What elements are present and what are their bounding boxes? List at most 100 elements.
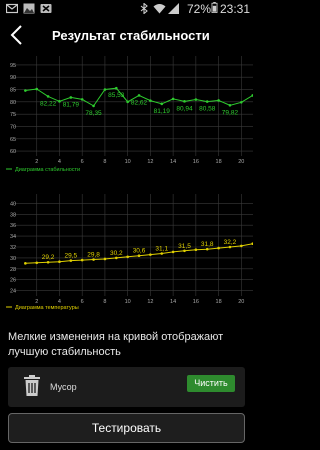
data-label: 82,62: [131, 99, 148, 106]
y-tick-label: 70: [10, 124, 16, 130]
data-point: [137, 94, 141, 97]
data-point: [80, 98, 84, 101]
chevron-left-icon[interactable]: [6, 23, 28, 47]
data-point: [194, 248, 198, 252]
data-label: 29,8: [87, 252, 100, 259]
mail-icon: [6, 3, 18, 14]
stability-note: Мелкие изменения на кривой отображают лу…: [8, 331, 224, 358]
data-point: [46, 260, 50, 264]
data-point: [92, 104, 95, 108]
y-tick-label: 40: [10, 201, 16, 207]
data-label: 81,19: [154, 108, 171, 115]
trash-label: Мусор: [50, 382, 77, 392]
x-tick-label: 16: [193, 159, 199, 165]
data-label: 31,1: [155, 246, 168, 253]
x-tick-label: 2: [35, 159, 38, 165]
x-tick-label: 8: [103, 159, 106, 165]
y-tick-label: 26: [10, 278, 16, 284]
data-label: 78,35: [85, 110, 102, 117]
data-label: 85,53: [108, 92, 125, 99]
data-point: [171, 97, 175, 101]
data-point: [35, 261, 39, 265]
data-label: 81,79: [63, 101, 80, 108]
page-title: Результат стабильности: [52, 28, 210, 43]
status-bar: 72% 23:31: [0, 0, 253, 18]
data-point: [24, 89, 27, 92]
data-point: [58, 100, 61, 103]
legend-label: Диаграмма стабильности: [15, 167, 80, 173]
x-tick-label: 16: [193, 299, 199, 305]
y-tick-label: 85: [10, 88, 16, 94]
battery-percent: 72%: [187, 2, 212, 16]
signal-icon: [168, 3, 179, 14]
data-point: [114, 256, 118, 260]
data-point: [69, 259, 73, 262]
data-point: [58, 260, 61, 263]
x-tick-label: 18: [216, 159, 222, 165]
y-tick-label: 75: [10, 112, 16, 118]
y-tick-label: 32: [10, 245, 16, 251]
data-point: [240, 100, 243, 104]
data-point: [103, 88, 107, 91]
clean-button[interactable]: Чистить: [187, 375, 235, 392]
y-tick-label: 24: [10, 289, 16, 295]
data-point: [149, 99, 152, 102]
x-tick-label: 20: [238, 299, 244, 305]
data-point: [160, 252, 164, 255]
data-point: [205, 100, 209, 103]
x-tick-label: 6: [81, 299, 84, 305]
title-bar: Результат стабильности: [0, 18, 253, 52]
y-tick-label: 60: [10, 149, 16, 155]
data-point: [183, 100, 186, 103]
data-point: [171, 250, 175, 254]
y-tick-label: 90: [10, 75, 16, 81]
data-point: [251, 242, 253, 246]
delete-icon: [40, 4, 52, 13]
x-tick-label: 10: [125, 159, 131, 165]
legend-label: Диаграмма температуры: [15, 305, 79, 311]
x-tick-label: 14: [170, 159, 176, 165]
x-tick-label: 14: [170, 299, 176, 305]
data-label: 31,5: [178, 243, 191, 250]
data-point: [217, 99, 220, 102]
data-point: [35, 87, 39, 91]
y-tick-label: 65: [10, 137, 16, 143]
y-tick-label: 36: [10, 223, 16, 229]
y-tick-label: 28: [10, 267, 16, 273]
test-button[interactable]: Тестировать: [8, 413, 245, 443]
battery-icon: [211, 2, 218, 13]
stability-chart: 95 90 85 80 75 70 65 60 2 4 6 8 10 12 14 16 18 20 82,22 81,…: [6, 56, 253, 173]
data-point: [194, 98, 198, 101]
wifi-icon: [153, 4, 166, 14]
x-tick-label: 6: [81, 159, 84, 165]
data-point: [103, 257, 107, 261]
data-point: [126, 100, 129, 104]
data-point: [217, 246, 220, 250]
data-label: 29,2: [42, 254, 55, 261]
x-tick-label: 4: [58, 159, 61, 165]
data-point: [69, 96, 73, 99]
y-tick-label: 30: [10, 256, 16, 262]
trash-icon: [24, 375, 40, 396]
data-label: 32,2: [224, 239, 237, 246]
x-tick-label: 10: [125, 299, 131, 305]
y-tick-label: 38: [10, 212, 16, 218]
data-point: [114, 86, 118, 90]
data-point: [24, 262, 27, 265]
data-point: [205, 247, 209, 251]
data-point: [46, 95, 50, 98]
y-tick-label: 95: [10, 63, 16, 69]
data-point: [149, 253, 152, 256]
data-point: [126, 255, 129, 259]
temperature-chart: 4038363432302826242 4 6 8 10 12 14 16 18 2029,2 29…: [6, 194, 253, 311]
data-point: [137, 254, 141, 258]
trash-panel: Мусор Чистить: [8, 367, 245, 407]
data-label: 80,58: [199, 106, 216, 113]
data-label: 31,8: [201, 241, 214, 248]
data-point: [92, 258, 95, 261]
data-label: 82,22: [40, 100, 57, 107]
x-tick-label: 12: [147, 159, 153, 165]
data-label: 79,82: [222, 109, 239, 116]
data-label: 29,5: [65, 253, 78, 260]
bluetooth-icon: [140, 3, 148, 14]
